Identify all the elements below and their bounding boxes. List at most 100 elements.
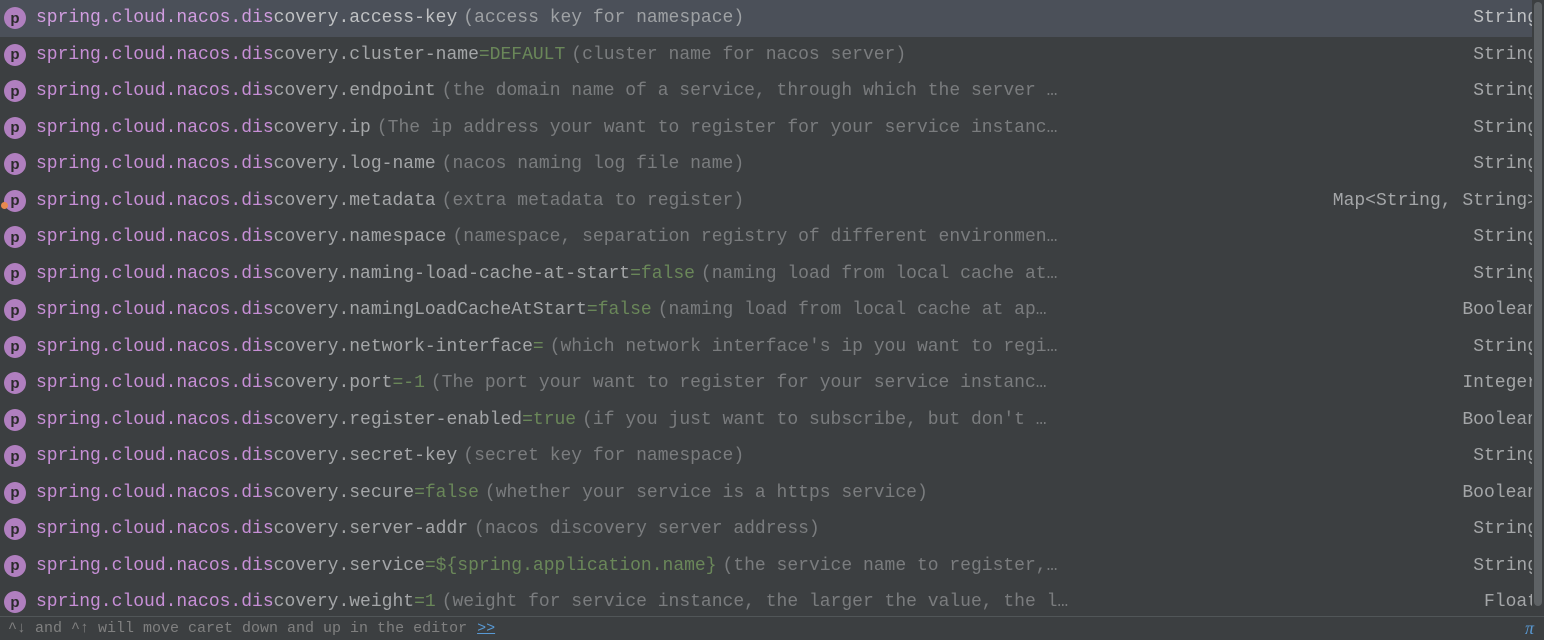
property-type: Boolean: [1462, 410, 1538, 430]
property-type: String: [1473, 8, 1538, 28]
property-type: Map<String, String>: [1333, 191, 1538, 211]
property-description: (naming load from local cache at…: [701, 264, 1455, 284]
property-icon: p: [4, 445, 26, 467]
rest-text: covery.weight: [274, 592, 414, 612]
completion-item[interactable]: pspring.cloud.nacos.discovery.namingLoad…: [0, 292, 1544, 329]
property-type: String: [1473, 81, 1538, 101]
property-type: String: [1473, 446, 1538, 466]
property-key: spring.cloud.nacos.discovery.endpoint: [36, 81, 436, 101]
default-value: =true: [522, 410, 576, 430]
completion-item[interactable]: pspring.cloud.nacos.discovery.ip(The ip …: [0, 110, 1544, 147]
default-value: =DEFAULT: [479, 45, 565, 65]
property-key: spring.cloud.nacos.discovery.weight=1: [36, 592, 436, 612]
rest-text: covery.port: [274, 373, 393, 393]
property-key: spring.cloud.nacos.discovery.metadata: [36, 191, 436, 211]
default-value: =false: [630, 264, 695, 284]
property-type: String: [1473, 227, 1538, 247]
property-description: (namespace, separation registry of diffe…: [452, 227, 1455, 247]
matched-text: spring.cloud.nacos.dis: [36, 8, 274, 28]
completion-item[interactable]: p spring.cloud.nacos.discovery.secret-key…: [0, 438, 1544, 475]
property-description: (The port your want to register for your…: [431, 373, 1445, 393]
property-icon: p: [4, 336, 26, 358]
matched-text: spring.cloud.nacos.dis: [36, 227, 274, 247]
matched-text: spring.cloud.nacos.dis: [36, 483, 274, 503]
completion-item[interactable]: pspring.cloud.nacos.discovery.namespace(…: [0, 219, 1544, 256]
property-description: (access key for namespace): [463, 8, 1455, 28]
property-icon: p: [4, 80, 26, 102]
property-description: (naming load from local cache at ap…: [658, 300, 1445, 320]
scrollbar-thumb[interactable]: [1534, 2, 1542, 606]
property-type: String: [1473, 154, 1538, 174]
completion-item[interactable]: pspring.cloud.nacos.discovery.register-e…: [0, 402, 1544, 439]
property-icon: p: [4, 518, 26, 540]
completion-item[interactable]: pspring.cloud.nacos.discovery.endpoint(t…: [0, 73, 1544, 110]
completion-list: p spring.cloud.nacos.discovery.access-key…: [0, 0, 1544, 616]
property-type: Float: [1484, 592, 1538, 612]
matched-text: spring.cloud.nacos.dis: [36, 556, 274, 576]
property-description: (the service name to register,…: [723, 556, 1456, 576]
scrollbar-track[interactable]: [1532, 0, 1544, 616]
property-description: (cluster name for nacos server): [571, 45, 1455, 65]
completion-item[interactable]: p spring.cloud.nacos.discovery.server-add…: [0, 511, 1544, 548]
property-type: Boolean: [1462, 300, 1538, 320]
property-key: spring.cloud.nacos.discovery.namingLoadC…: [36, 300, 652, 320]
rest-text: covery.secure: [274, 483, 414, 503]
default-value: =false: [587, 300, 652, 320]
default-value: =${spring.application.name}: [425, 556, 717, 576]
property-description: (nacos discovery server address): [474, 519, 1455, 539]
hint-text: ^↓ and ^↑ will move caret down and up in…: [8, 620, 467, 637]
property-key: spring.cloud.nacos.discovery.secret-key: [36, 446, 457, 466]
property-key: spring.cloud.nacos.discovery.server-addr: [36, 519, 468, 539]
rest-text: covery.naming-load-cache-at-start: [274, 264, 630, 284]
rest-text: covery.cluster-name: [274, 45, 479, 65]
property-description: (whether your service is a https service…: [485, 483, 1444, 503]
property-icon: p: [4, 263, 26, 285]
completion-item[interactable]: p spring.cloud.nacos.discovery.naming-loa…: [0, 256, 1544, 293]
property-key: spring.cloud.nacos.discovery.log-name: [36, 154, 436, 174]
matched-text: spring.cloud.nacos.dis: [36, 118, 274, 138]
completion-item[interactable]: pspring.cloud.nacos.discovery.secure=fal…: [0, 475, 1544, 512]
default-value: =-1: [392, 373, 424, 393]
rest-text: covery.log-name: [274, 154, 436, 174]
matched-text: spring.cloud.nacos.dis: [36, 446, 274, 466]
matched-text: spring.cloud.nacos.dis: [36, 300, 274, 320]
property-description: (The ip address your want to register fo…: [377, 118, 1455, 138]
rest-text: covery.service: [274, 556, 425, 576]
property-key: spring.cloud.nacos.discovery.naming-load…: [36, 264, 695, 284]
completion-item[interactable]: p spring.cloud.nacos.discovery.port=-1 (Th…: [0, 365, 1544, 402]
property-description: (weight for service instance, the larger…: [442, 592, 1466, 612]
property-description: (nacos naming log file name): [442, 154, 1456, 174]
matched-text: spring.cloud.nacos.dis: [36, 373, 274, 393]
property-icon: p: [4, 482, 26, 504]
rest-text: covery.namespace: [274, 227, 447, 247]
completion-item[interactable]: pspring.cloud.nacos.discovery.service=${…: [0, 548, 1544, 585]
hint-link[interactable]: >>: [477, 620, 495, 637]
completion-item[interactable]: pspring.cloud.nacos.discovery.access-key…: [0, 0, 1544, 37]
property-key: spring.cloud.nacos.discovery.port=-1: [36, 373, 425, 393]
default-value: =: [533, 337, 544, 357]
completion-item[interactable]: pspring.cloud.nacos.discovery.metadata(e…: [0, 183, 1544, 220]
matched-text: spring.cloud.nacos.dis: [36, 45, 274, 65]
completion-item[interactable]: p spring.cloud.nacos.discovery.weight=1 (w…: [0, 584, 1544, 616]
rest-text: covery.namingLoadCacheAtStart: [274, 300, 587, 320]
completion-item[interactable]: p spring.cloud.nacos.discovery.cluster-na…: [0, 37, 1544, 74]
property-type: Boolean: [1462, 483, 1538, 503]
property-description: (if you just want to subscribe, but don'…: [582, 410, 1444, 430]
property-type: Integer: [1462, 373, 1538, 393]
property-icon: p: [4, 591, 26, 613]
property-type: String: [1473, 556, 1538, 576]
property-key: spring.cloud.nacos.discovery.namespace: [36, 227, 446, 247]
completion-item[interactable]: pspring.cloud.nacos.discovery.network-in…: [0, 329, 1544, 366]
completion-popup: p spring.cloud.nacos.discovery.access-key…: [0, 0, 1544, 640]
completion-item[interactable]: pspring.cloud.nacos.discovery.log-name(n…: [0, 146, 1544, 183]
property-icon: p: [4, 409, 26, 431]
property-icon: p: [4, 44, 26, 66]
rest-text: covery.ip: [274, 118, 371, 138]
property-icon: p: [4, 226, 26, 248]
pi-icon[interactable]: π: [1525, 618, 1534, 639]
property-type: String: [1473, 118, 1538, 138]
property-icon: p: [4, 372, 26, 394]
property-key: spring.cloud.nacos.discovery.ip: [36, 118, 371, 138]
property-key: spring.cloud.nacos.discovery.access-key: [36, 8, 457, 28]
default-value: =1: [414, 592, 436, 612]
